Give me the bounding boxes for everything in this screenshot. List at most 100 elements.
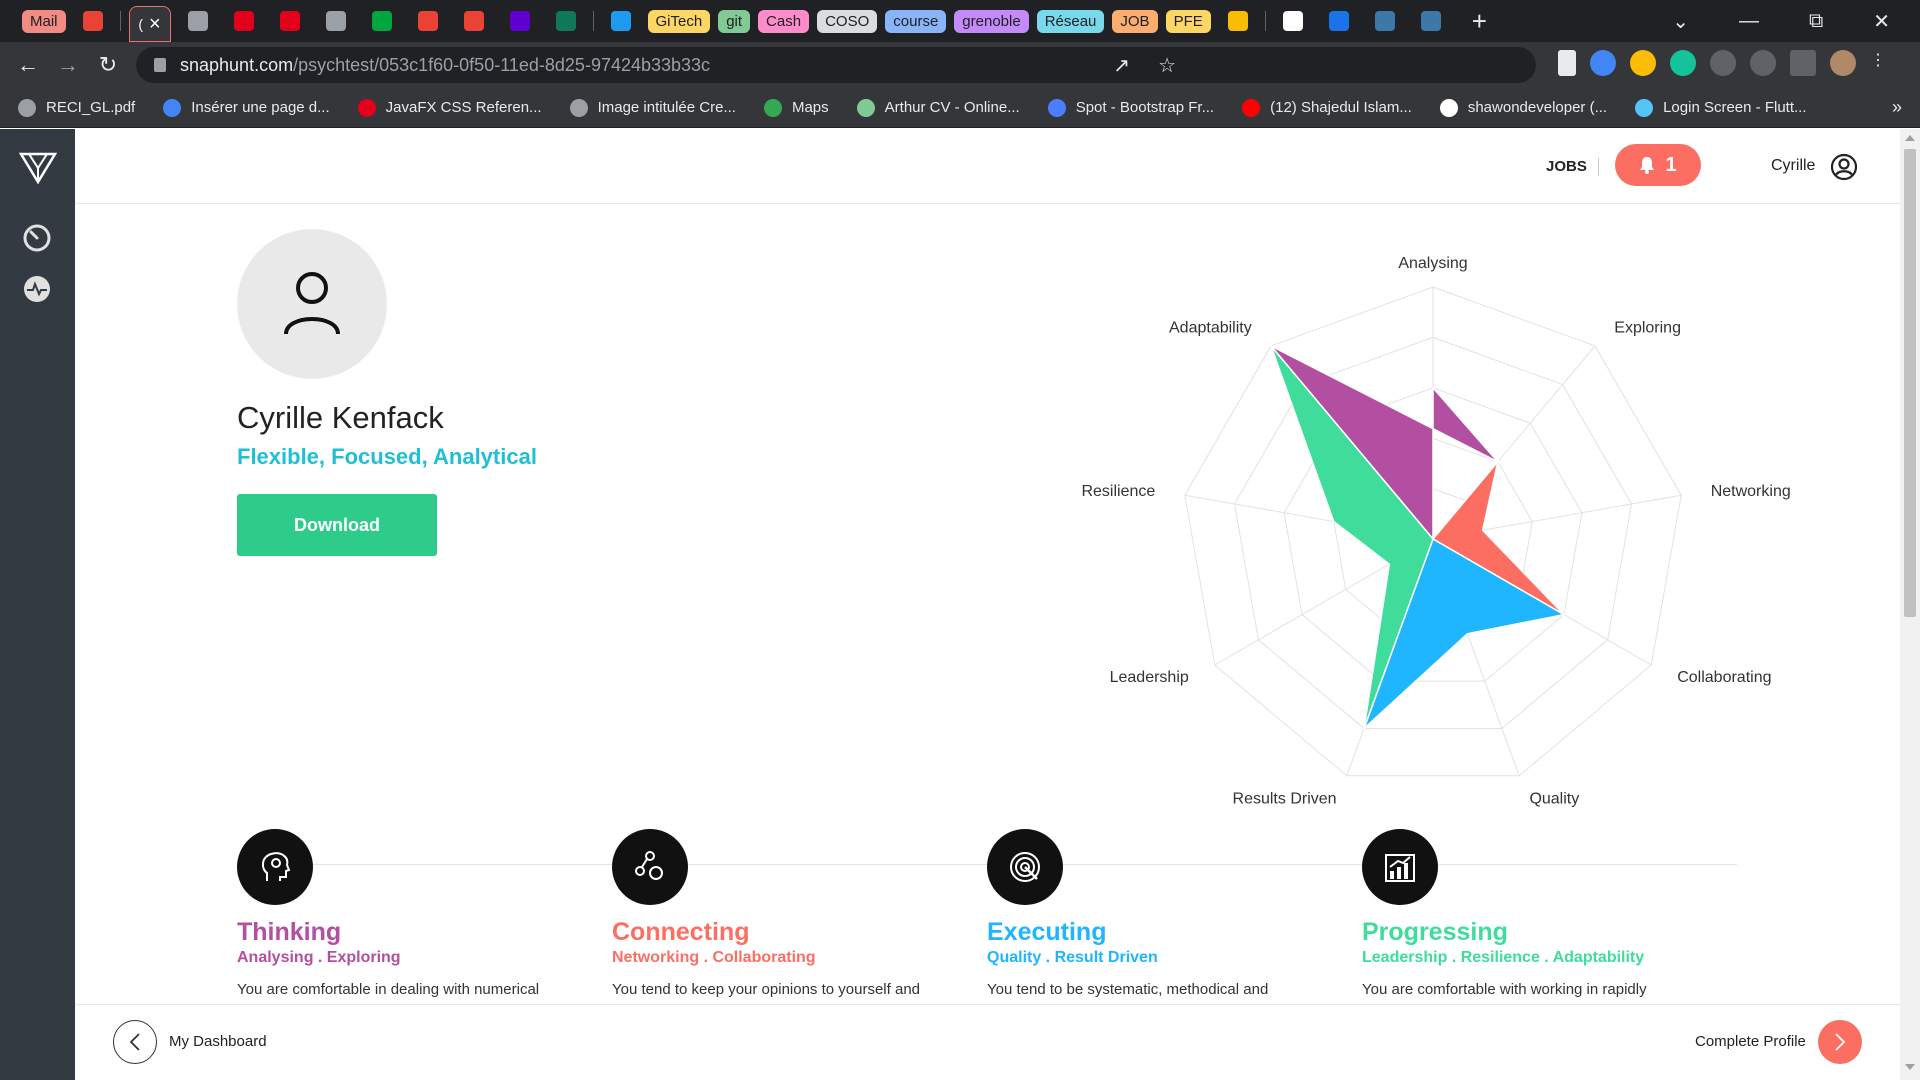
tab-group-20[interactable]: JOB (1112, 6, 1158, 36)
tab-group-14[interactable]: git (718, 6, 751, 36)
scroll-thumb[interactable] (1904, 149, 1916, 617)
bookmark-item[interactable]: JavaFX CSS Referen... (357, 98, 542, 117)
tab-group-label: GiTech (647, 9, 711, 33)
active-tab[interactable]: (× (128, 6, 171, 42)
bookmark-star-icon[interactable]: ☆ (1158, 53, 1176, 78)
bookmark-item[interactable]: Spot - Bootstrap Fr... (1047, 98, 1214, 117)
reload-icon[interactable]: ↻ (88, 52, 128, 78)
notifications-button[interactable]: 1 (1615, 144, 1701, 186)
radar-axis-label: Exploring (1614, 320, 1681, 337)
browser-tab-10[interactable] (501, 6, 539, 36)
bookmark-item[interactable]: Insérer une page d... (163, 98, 330, 117)
puzzle-extensions-icon[interactable] (1750, 50, 1776, 76)
bookmark-favicon-icon (569, 98, 588, 117)
profile-traits: Flexible, Focused, Analytical (237, 444, 537, 469)
forward-arrow-icon[interactable]: → (48, 52, 88, 78)
browser-tab-12[interactable] (602, 6, 640, 36)
scroll-up-icon[interactable] (1905, 135, 1915, 141)
grammarly-extension-icon[interactable] (1670, 50, 1696, 76)
browser-tab-5[interactable] (271, 6, 309, 36)
tab-separator (592, 11, 594, 31)
tab-group-label: Mail (22, 9, 66, 33)
doc-extension-icon[interactable] (1558, 50, 1576, 76)
tab-search-icon[interactable]: ⌄ (1672, 9, 1689, 34)
bookmark-item[interactable]: RECI_GL.pdf (18, 98, 136, 117)
window-controls: ⌄ — ⧉ ✕ (1672, 9, 1920, 34)
my-dashboard-link[interactable]: My Dashboard (169, 1033, 267, 1050)
bookmark-favicon-icon (763, 98, 782, 117)
new-tab-icon[interactable]: + (1472, 6, 1487, 37)
tab-group-18[interactable]: grenoble (954, 6, 1029, 36)
bookmark-favicon-icon (1439, 98, 1458, 117)
browser-tab-3[interactable] (179, 6, 217, 36)
tab-group-21[interactable]: PFE (1165, 6, 1211, 36)
address-bar[interactable]: snaphunt.com /psychtest/053c1f60-0f50-11… (136, 47, 1536, 83)
snaphunt-logo[interactable] (0, 129, 75, 204)
tab-group-19[interactable]: Réseau (1036, 6, 1105, 36)
page-scrollbar[interactable] (1900, 129, 1920, 1080)
user-account-icon[interactable] (1830, 153, 1858, 186)
bookmark-label: RECI_GL.pdf (46, 99, 136, 116)
close-tab-icon[interactable]: × (149, 13, 161, 36)
browser-tab-9[interactable] (455, 6, 493, 36)
next-button[interactable] (1818, 1020, 1862, 1064)
bookmark-label: Insérer une page d... (191, 99, 330, 116)
bookmarks-bar: RECI_GL.pdf Insérer une page d... JavaFX C… (0, 88, 1920, 128)
browser-tab-25[interactable] (1366, 6, 1404, 36)
tab-group-0[interactable]: Mail (22, 6, 66, 36)
tab-group-label: PFE (1165, 9, 1211, 33)
browser-tab-7[interactable] (363, 6, 401, 36)
bookmark-item[interactable]: (12) Shajedul Islam... (1242, 98, 1412, 117)
back-arrow-icon[interactable]: ← (8, 52, 48, 78)
category-description: You are comfortable with working in rapi… (1362, 981, 1647, 998)
c-icon (555, 11, 576, 31)
more-bookmarks-icon[interactable]: » (1892, 97, 1902, 118)
browser-tab-1[interactable] (74, 6, 112, 36)
drive-icon (1227, 11, 1248, 31)
tab-group-16[interactable]: COSO (817, 6, 878, 36)
back-button[interactable] (113, 1020, 157, 1064)
browser-tab-24[interactable] (1320, 6, 1358, 36)
bookmark-item[interactable]: Login Screen - Flutt... (1635, 98, 1807, 117)
honey-extension-icon[interactable] (1630, 50, 1656, 76)
browser-tab-6[interactable] (317, 6, 355, 36)
activity-icon[interactable] (22, 274, 52, 304)
browser-tab-4[interactable] (225, 6, 263, 36)
tab-group-17[interactable]: course (885, 6, 947, 36)
tab-group-15[interactable]: Cash (758, 6, 810, 36)
browser-tab-26[interactable] (1412, 6, 1450, 36)
complete-profile-link[interactable]: Complete Profile (1695, 1033, 1806, 1050)
minimize-icon[interactable]: — (1739, 10, 1759, 33)
bookmark-item[interactable]: shawondeveloper (... (1439, 98, 1607, 117)
tab-group-13[interactable]: GiTech (647, 6, 711, 36)
download-button[interactable]: Download (237, 494, 437, 556)
bookmark-label: Image intitulée Cre... (597, 99, 736, 116)
close-window-icon[interactable]: ✕ (1873, 9, 1890, 34)
bookmark-favicon-icon (1242, 98, 1261, 117)
browser-tab-11[interactable] (547, 6, 585, 36)
browser-menu-icon[interactable]: ⋮ (1870, 50, 1886, 76)
tab-separator (119, 11, 121, 31)
bookmark-label: JavaFX CSS Referen... (385, 99, 542, 116)
dashboard-gauge-icon[interactable] (22, 223, 52, 253)
bookmark-item[interactable]: Arthur CV - Online... (856, 98, 1020, 117)
category-title: Executing (987, 918, 1107, 946)
browser-tab-23[interactable] (1274, 6, 1312, 36)
shield-extension-icon[interactable] (1590, 50, 1616, 76)
browser-tab-22[interactable] (1219, 6, 1257, 36)
translate-extension-icon[interactable] (1710, 50, 1736, 76)
share-icon[interactable]: ↗ (1113, 53, 1130, 78)
jobs-link[interactable]: JOBS (1546, 158, 1587, 175)
growth-chart-icon (1362, 829, 1438, 905)
bookmark-item[interactable]: Maps (763, 98, 829, 117)
globe-icon (187, 11, 208, 31)
scroll-down-icon[interactable] (1905, 1064, 1915, 1070)
bookmark-item[interactable]: Image intitulée Cre... (569, 98, 736, 117)
restore-icon[interactable]: ⧉ (1809, 10, 1823, 33)
bookmark-label: Maps (791, 99, 829, 116)
browser-tab-8[interactable] (409, 6, 447, 36)
browser-profile-avatar[interactable] (1830, 50, 1856, 76)
sidepanel-icon[interactable] (1790, 50, 1816, 76)
user-name[interactable]: Cyrille (1771, 157, 1815, 175)
personality-radar-chart: Analysing Exploring Networking Collaboratin… (1081, 255, 1790, 807)
